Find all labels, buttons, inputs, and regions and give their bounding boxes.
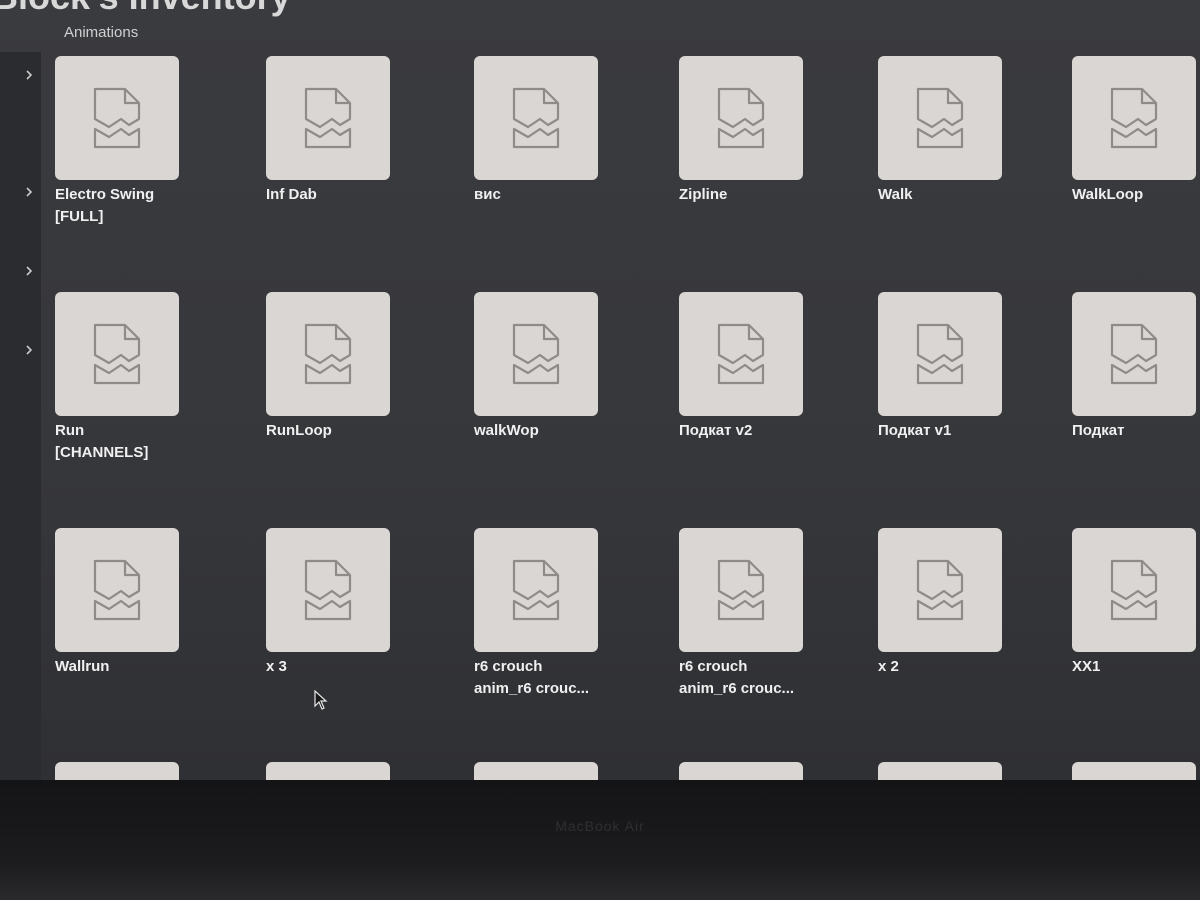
- animation-tile[interactable]: [878, 762, 1018, 780]
- animation-tile[interactable]: [679, 762, 819, 780]
- laptop-bezel: MacBook Air: [0, 780, 1200, 900]
- animation-name: Wallrun: [55, 658, 110, 675]
- animation-thumbnail[interactable]: [679, 292, 803, 416]
- animation-tile[interactable]: Electro Swing [FULL]: [55, 56, 195, 228]
- animation-name: RunLoop: [266, 422, 332, 439]
- animation-tile[interactable]: Подкат v1: [878, 292, 1018, 442]
- animation-thumbnail[interactable]: [266, 56, 390, 180]
- broken-image-file-icon: [717, 87, 765, 149]
- animation-tile[interactable]: r6 crouch anim_r6 crouc...: [679, 528, 819, 700]
- animation-name: x 3: [266, 658, 287, 675]
- animation-name: WalkLoop: [1072, 186, 1144, 203]
- animation-thumbnail[interactable]: [266, 292, 390, 416]
- animation-thumbnail[interactable]: [55, 56, 179, 180]
- animation-thumbnail[interactable]: [55, 292, 179, 416]
- broken-image-file-icon: [304, 559, 352, 621]
- broken-image-file-icon: [304, 323, 352, 385]
- animation-subtitle: anim_r6 crouc...: [474, 680, 590, 697]
- animation-name: Подкат: [1072, 422, 1125, 439]
- animation-tile[interactable]: Подкат v2: [679, 292, 819, 442]
- animation-thumbnail[interactable]: [474, 762, 598, 780]
- broken-image-file-icon: [512, 323, 560, 385]
- animation-tile[interactable]: x 3: [266, 528, 406, 678]
- broken-image-file-icon: [93, 559, 141, 621]
- animation-subtitle: [CHANNELS]: [55, 444, 149, 461]
- animation-name: Walk: [878, 186, 913, 203]
- animation-thumbnail[interactable]: [878, 292, 1002, 416]
- animation-name: Inf Dab: [266, 186, 317, 203]
- animation-tile[interactable]: r6 crouch anim_r6 crouc...: [474, 528, 614, 700]
- animation-thumbnail[interactable]: [679, 56, 803, 180]
- animation-thumbnail[interactable]: [1072, 762, 1196, 780]
- animation-tile[interactable]: WalkLoop: [1072, 56, 1200, 206]
- animation-tile[interactable]: Подкат: [1072, 292, 1200, 442]
- animation-thumbnail[interactable]: [474, 292, 598, 416]
- animation-tile[interactable]: Zipline: [679, 56, 819, 206]
- mouse-cursor-icon: [314, 690, 328, 710]
- broken-image-file-icon: [717, 559, 765, 621]
- animation-tile[interactable]: Inf Dab: [266, 56, 406, 206]
- broken-image-file-icon: [512, 559, 560, 621]
- animation-subtitle: anim_r6 crouc...: [679, 680, 795, 697]
- broken-image-file-icon: [717, 323, 765, 385]
- animation-thumbnail[interactable]: [878, 56, 1002, 180]
- animation-thumbnail[interactable]: [1072, 292, 1196, 416]
- broken-image-file-icon: [1110, 323, 1158, 385]
- broken-image-file-icon: [1110, 559, 1158, 621]
- animation-name: r6 crouch: [474, 658, 543, 675]
- animation-name: Run: [55, 422, 85, 439]
- animation-thumbnail[interactable]: [878, 528, 1002, 652]
- animation-thumbnail[interactable]: [679, 762, 803, 780]
- device-label: MacBook Air: [555, 818, 645, 834]
- animation-tile[interactable]: вис: [474, 56, 614, 206]
- animation-thumbnail[interactable]: [878, 762, 1002, 780]
- broken-image-file-icon: [916, 323, 964, 385]
- animation-name: walkWop: [474, 422, 539, 439]
- broken-image-file-icon: [93, 87, 141, 149]
- animation-thumbnail[interactable]: [55, 762, 179, 780]
- animation-thumbnail[interactable]: [679, 528, 803, 652]
- animation-tile[interactable]: Run [CHANNELS]: [55, 292, 195, 464]
- animation-name: r6 crouch: [679, 658, 748, 675]
- animation-name: Electro Swing: [55, 186, 155, 203]
- animation-tile[interactable]: x 2: [878, 528, 1018, 678]
- animation-thumbnail[interactable]: [266, 762, 390, 780]
- animation-tile[interactable]: RunLoop: [266, 292, 406, 442]
- animation-thumbnail[interactable]: [474, 56, 598, 180]
- animation-thumbnail[interactable]: [1072, 528, 1196, 652]
- animation-thumbnail[interactable]: [1072, 56, 1196, 180]
- broken-image-file-icon: [304, 87, 352, 149]
- animation-tile[interactable]: [1072, 762, 1200, 780]
- broken-image-file-icon: [512, 87, 560, 149]
- broken-image-file-icon: [916, 87, 964, 149]
- animation-name: XX1: [1072, 658, 1101, 675]
- animation-tile[interactable]: walkWop: [474, 292, 614, 442]
- animation-tile[interactable]: [55, 762, 195, 780]
- animation-tile[interactable]: Walk: [878, 56, 1018, 206]
- animation-tile[interactable]: [266, 762, 406, 780]
- animation-name: x 2: [878, 658, 899, 675]
- animation-tile[interactable]: [474, 762, 614, 780]
- animation-tile[interactable]: Wallrun: [55, 528, 195, 678]
- animation-name: Zipline: [679, 186, 728, 203]
- animations-grid: Electro Swing [FULL] Inf Dab вис Zipline Walk…: [0, 0, 1200, 780]
- animation-thumbnail[interactable]: [474, 528, 598, 652]
- broken-image-file-icon: [916, 559, 964, 621]
- animation-name: Подкат v2: [679, 422, 753, 439]
- animation-name: вис: [474, 186, 501, 203]
- broken-image-file-icon: [93, 323, 141, 385]
- animation-tile[interactable]: XX1: [1072, 528, 1200, 678]
- animation-subtitle: [FULL]: [55, 208, 104, 225]
- animation-name: Подкат v1: [878, 422, 952, 439]
- app-window: Block's Inventory Animations Electro Swi…: [0, 0, 1200, 780]
- animation-thumbnail[interactable]: [266, 528, 390, 652]
- broken-image-file-icon: [1110, 87, 1158, 149]
- animation-thumbnail[interactable]: [55, 528, 179, 652]
